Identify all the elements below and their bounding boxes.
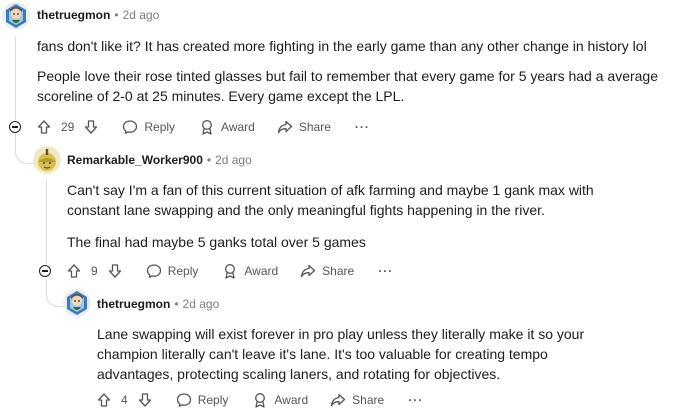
reply-icon bbox=[123, 120, 138, 134]
comment-actions: 9 Reply Award Share ··· bbox=[67, 261, 393, 281]
upvote-icon[interactable] bbox=[37, 120, 51, 134]
more-options-button[interactable]: ··· bbox=[355, 120, 370, 134]
reply-icon bbox=[146, 264, 161, 278]
reply-button[interactable]: Reply bbox=[146, 263, 199, 279]
collapse-thread-button[interactable] bbox=[9, 121, 21, 133]
share-button[interactable]: Share bbox=[330, 392, 384, 408]
award-button[interactable]: Award bbox=[199, 119, 255, 135]
vote-count: 9 bbox=[91, 264, 98, 278]
user-avatar-icon bbox=[2, 2, 30, 30]
award-icon bbox=[202, 120, 212, 135]
reply-label: Reply bbox=[144, 120, 176, 134]
comment-paragraph: fans don't like it? It has created more … bbox=[37, 38, 647, 54]
timestamp[interactable]: 2d ago bbox=[123, 8, 160, 22]
username[interactable]: thetruegmon bbox=[37, 8, 110, 22]
comment-body: Lane swapping will exist forever in pro … bbox=[97, 324, 627, 384]
reply-button[interactable]: Reply bbox=[122, 119, 175, 135]
separator-dot: • bbox=[114, 8, 119, 22]
comment-actions: 29 Reply Award Share ··· bbox=[37, 117, 370, 137]
vote-group: 4 bbox=[97, 393, 152, 407]
share-button[interactable]: Share bbox=[300, 263, 354, 279]
comment-body: fans don't like it? It has created more … bbox=[37, 36, 667, 106]
share-button[interactable]: Share bbox=[277, 119, 331, 135]
share-label: Share bbox=[352, 393, 385, 407]
downvote-icon[interactable] bbox=[108, 264, 122, 278]
share-icon bbox=[277, 120, 292, 134]
comment-meta: thetruegmon • 2d ago bbox=[37, 8, 159, 22]
user-avatar-icon bbox=[63, 289, 91, 317]
thread-line-root bbox=[15, 36, 16, 120]
reply-label: Reply bbox=[197, 393, 229, 407]
downvote-icon[interactable] bbox=[138, 393, 152, 407]
timestamp[interactable]: 2d ago bbox=[183, 297, 220, 311]
share-icon bbox=[331, 393, 346, 407]
more-options-icon: ··· bbox=[354, 120, 370, 134]
award-button[interactable]: Award bbox=[252, 392, 308, 408]
user-avatar-icon bbox=[33, 146, 61, 174]
reply-icon bbox=[176, 393, 191, 407]
upvote-icon[interactable] bbox=[67, 264, 81, 278]
more-options-icon: ··· bbox=[378, 264, 394, 278]
comment-paragraph: People love their rose tinted glasses bu… bbox=[37, 68, 659, 104]
more-options-button[interactable]: ··· bbox=[408, 393, 423, 407]
downvote-icon[interactable] bbox=[84, 120, 98, 134]
thread-line-reply-1 bbox=[46, 180, 47, 264]
comment-paragraph: Can't say I'm a fan of this current situ… bbox=[67, 182, 594, 218]
comment-meta: thetruegmon • 2d ago bbox=[97, 297, 219, 311]
award-icon bbox=[225, 264, 236, 279]
award-label: Award bbox=[221, 120, 255, 134]
comment-meta: Remarkable_Worker900 • 2d ago bbox=[67, 153, 252, 167]
separator-dot: • bbox=[206, 153, 212, 167]
avatar[interactable] bbox=[63, 289, 91, 317]
upvote-icon[interactable] bbox=[97, 393, 111, 407]
vote-group: 9 bbox=[67, 264, 122, 278]
reply-button[interactable]: Reply bbox=[176, 392, 229, 408]
avatar[interactable] bbox=[2, 2, 30, 30]
vote-count: 4 bbox=[121, 393, 128, 407]
more-options-icon: ··· bbox=[408, 393, 424, 407]
award-label: Award bbox=[244, 264, 279, 278]
award-button[interactable]: Award bbox=[222, 263, 278, 279]
award-label: Award bbox=[274, 393, 309, 407]
comment-paragraph: Lane swapping will exist forever in pro … bbox=[97, 326, 585, 382]
comment-paragraph: The final had maybe 5 ganks total over 5… bbox=[67, 234, 366, 250]
timestamp[interactable]: 2d ago bbox=[215, 153, 252, 167]
more-options-button[interactable]: ··· bbox=[378, 264, 393, 278]
award-icon bbox=[255, 393, 266, 408]
avatar[interactable] bbox=[33, 146, 61, 174]
username[interactable]: Remarkable_Worker900 bbox=[67, 153, 203, 167]
username[interactable]: thetruegmon bbox=[97, 297, 170, 311]
collapse-thread-button[interactable] bbox=[39, 265, 51, 277]
share-label: Share bbox=[322, 264, 355, 278]
share-icon bbox=[301, 264, 316, 278]
reply-label: Reply bbox=[167, 264, 199, 278]
share-label: Share bbox=[298, 120, 331, 134]
comment-body: Can't say I'm a fan of this current situ… bbox=[67, 180, 627, 252]
vote-group: 29 bbox=[37, 120, 98, 134]
comment-actions: 4 Reply Award Share ··· bbox=[97, 390, 423, 410]
separator-dot: • bbox=[174, 297, 179, 311]
vote-count: 29 bbox=[61, 120, 75, 134]
